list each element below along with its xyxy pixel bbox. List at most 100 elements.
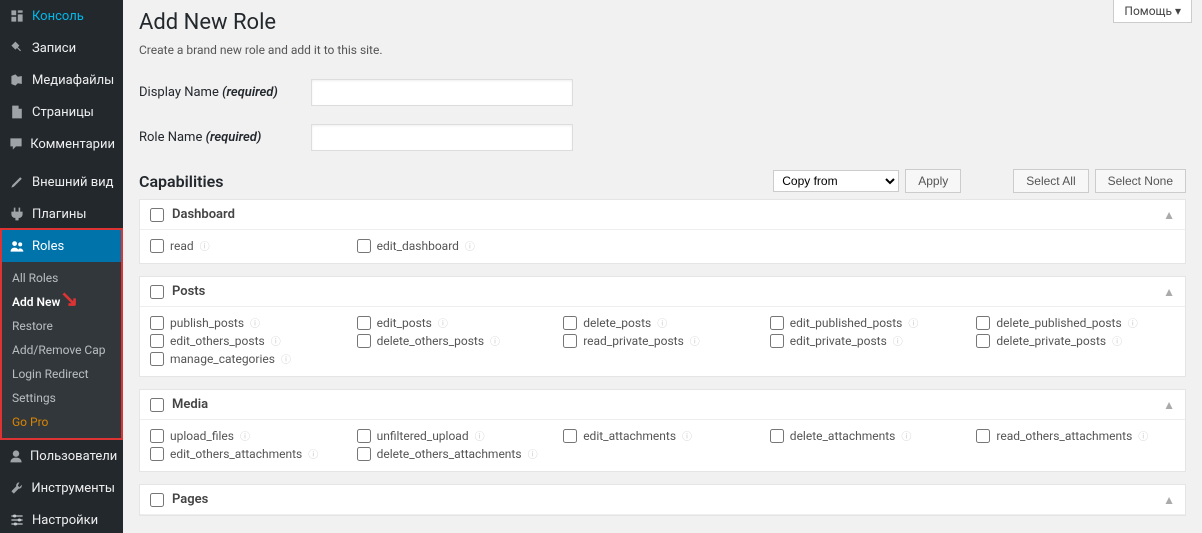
capability-checkbox-edit_private_posts[interactable] xyxy=(770,334,784,348)
section-checkbox-dashboard[interactable] xyxy=(150,208,164,222)
section-toggle[interactable]: ▲ xyxy=(1163,208,1175,222)
info-icon[interactable]: ⓘ xyxy=(1128,315,1138,330)
capability-read_others_attachments: read_others_attachmentsⓘ xyxy=(976,428,1175,443)
capability-checkbox-delete_others_posts[interactable] xyxy=(357,334,371,348)
info-icon[interactable]: ⓘ xyxy=(475,428,485,443)
capability-checkbox-delete_attachments[interactable] xyxy=(770,429,784,443)
capability-checkbox-delete_published_posts[interactable] xyxy=(976,316,990,330)
section-toggle[interactable]: ▲ xyxy=(1163,398,1175,412)
capability-edit_posts: edit_postsⓘ xyxy=(357,315,556,330)
display-name-input[interactable] xyxy=(311,79,573,106)
capability-edit_attachments: edit_attachmentsⓘ xyxy=(563,428,762,443)
sidebar-item-appearance[interactable]: Внешний вид xyxy=(0,166,123,198)
sidebar-item-tools[interactable]: Инструменты xyxy=(0,472,123,504)
info-icon[interactable]: ⓘ xyxy=(1138,428,1148,443)
sidebar-item-label: Инструменты xyxy=(31,481,115,496)
sidebar-item-page[interactable]: Страницы xyxy=(0,96,123,128)
submenu-item-restore[interactable]: Restore xyxy=(2,314,121,338)
capability-label: unfiltered_upload xyxy=(377,429,469,443)
submenu-item-all-roles[interactable]: All Roles xyxy=(2,266,121,290)
info-icon[interactable]: ⓘ xyxy=(240,428,250,443)
info-icon[interactable]: ⓘ xyxy=(465,238,475,253)
section-header: Pages▲ xyxy=(140,485,1185,515)
info-icon[interactable]: ⓘ xyxy=(690,333,700,348)
info-icon[interactable]: ⓘ xyxy=(490,333,500,348)
info-icon[interactable]: ⓘ xyxy=(908,315,918,330)
sidebar-item-dashboard[interactable]: Консоль xyxy=(0,0,123,32)
info-icon[interactable]: ⓘ xyxy=(438,315,448,330)
capability-publish_posts: publish_postsⓘ xyxy=(150,315,349,330)
display-name-row: Display Name (required) xyxy=(139,79,1186,106)
info-icon[interactable]: ⓘ xyxy=(200,238,210,253)
sidebar-item-comment[interactable]: Комментарии xyxy=(0,128,123,160)
submenu-item-go-pro[interactable]: Go Pro xyxy=(2,410,121,434)
capability-checkbox-manage_categories[interactable] xyxy=(150,352,164,366)
info-icon[interactable]: ⓘ xyxy=(682,428,692,443)
section-checkbox-media[interactable] xyxy=(150,398,164,412)
capabilities-header: Capabilities Copy from Apply Select All … xyxy=(139,169,1186,193)
info-icon[interactable]: ⓘ xyxy=(1112,333,1122,348)
role-name-input[interactable] xyxy=(311,124,573,151)
capability-checkbox-unfiltered_upload[interactable] xyxy=(357,429,371,443)
tools-icon xyxy=(8,479,25,497)
settings-icon xyxy=(8,511,26,529)
info-icon[interactable]: ⓘ xyxy=(657,315,667,330)
capability-edit_private_posts: edit_private_postsⓘ xyxy=(770,333,969,348)
capability-checkbox-edit_published_posts[interactable] xyxy=(770,316,784,330)
capability-checkbox-edit_posts[interactable] xyxy=(357,316,371,330)
capability-checkbox-publish_posts[interactable] xyxy=(150,316,164,330)
capability-checkbox-delete_posts[interactable] xyxy=(563,316,577,330)
capability-checkbox-edit_attachments[interactable] xyxy=(563,429,577,443)
users-icon xyxy=(8,237,26,255)
capability-checkbox-edit_others_posts[interactable] xyxy=(150,334,164,348)
capability-checkbox-read[interactable] xyxy=(150,239,164,253)
submenu-item-add-new[interactable]: Add New xyxy=(2,290,121,314)
submenu-item-login-redirect[interactable]: Login Redirect xyxy=(2,362,121,386)
info-icon[interactable]: ⓘ xyxy=(250,315,260,330)
info-icon[interactable]: ⓘ xyxy=(528,446,538,461)
sidebar-item-media[interactable]: Медиафайлы xyxy=(0,64,123,96)
sidebar-item-plugin[interactable]: Плагины xyxy=(0,198,123,230)
apply-button[interactable]: Apply xyxy=(905,169,961,193)
sidebar-item-settings[interactable]: Настройки xyxy=(0,504,123,533)
select-all-button[interactable]: Select All xyxy=(1013,169,1088,193)
info-icon[interactable]: ⓘ xyxy=(271,333,281,348)
section-checkbox-posts[interactable] xyxy=(150,285,164,299)
capability-checkbox-edit_dashboard[interactable] xyxy=(357,239,371,253)
sidebar-item-label: Пользователи xyxy=(30,449,117,464)
capability-section-media: Media▲upload_filesⓘunfiltered_uploadⓘedi… xyxy=(139,389,1186,472)
capability-label: delete_attachments xyxy=(790,429,896,443)
section-toggle[interactable]: ▲ xyxy=(1163,493,1175,507)
capability-checkbox-upload_files[interactable] xyxy=(150,429,164,443)
help-tab[interactable]: Помощь ▾ xyxy=(1113,0,1192,23)
sidebar-item-users[interactable]: Roles xyxy=(0,230,123,262)
page-icon xyxy=(8,103,26,121)
copy-from-select[interactable]: Copy from xyxy=(773,170,899,192)
capability-manage_categories: manage_categoriesⓘ xyxy=(150,351,349,366)
info-icon[interactable]: ⓘ xyxy=(893,333,903,348)
user-icon xyxy=(8,447,24,465)
section-checkbox-pages[interactable] xyxy=(150,493,164,507)
sidebar-item-user[interactable]: Пользователи xyxy=(0,440,123,472)
capability-upload_files: upload_files ⓘ xyxy=(150,428,349,443)
capability-checkbox-delete_private_posts[interactable] xyxy=(976,334,990,348)
capability-delete_posts: delete_postsⓘ xyxy=(563,315,762,330)
submenu-item-add-remove-cap[interactable]: Add/Remove Cap xyxy=(2,338,121,362)
info-icon[interactable]: ⓘ xyxy=(901,428,911,443)
capability-label: edit_dashboard xyxy=(377,239,459,253)
section-toggle[interactable]: ▲ xyxy=(1163,285,1175,299)
role-name-row: Role Name (required) xyxy=(139,124,1186,151)
capability-checkbox-delete_others_attachments[interactable] xyxy=(357,447,371,461)
capability-checkbox-read_others_attachments[interactable] xyxy=(976,429,990,443)
roles-submenu: ↘ All RolesAdd NewRestoreAdd/Remove CapL… xyxy=(0,262,123,440)
sidebar-item-pin[interactable]: Записи xyxy=(0,32,123,64)
info-icon[interactable]: ⓘ xyxy=(281,351,291,366)
capability-checkbox-read_private_posts[interactable] xyxy=(563,334,577,348)
comment-icon xyxy=(8,135,24,153)
submenu-item-settings[interactable]: Settings xyxy=(2,386,121,410)
admin-sidebar: КонсольЗаписиМедиафайлыСтраницыКомментар… xyxy=(0,0,123,533)
info-icon[interactable]: ⓘ xyxy=(308,446,318,461)
capability-checkbox-edit_others_attachments[interactable] xyxy=(150,447,164,461)
select-none-button[interactable]: Select None xyxy=(1095,169,1186,193)
capability-label: upload_files xyxy=(170,429,234,443)
